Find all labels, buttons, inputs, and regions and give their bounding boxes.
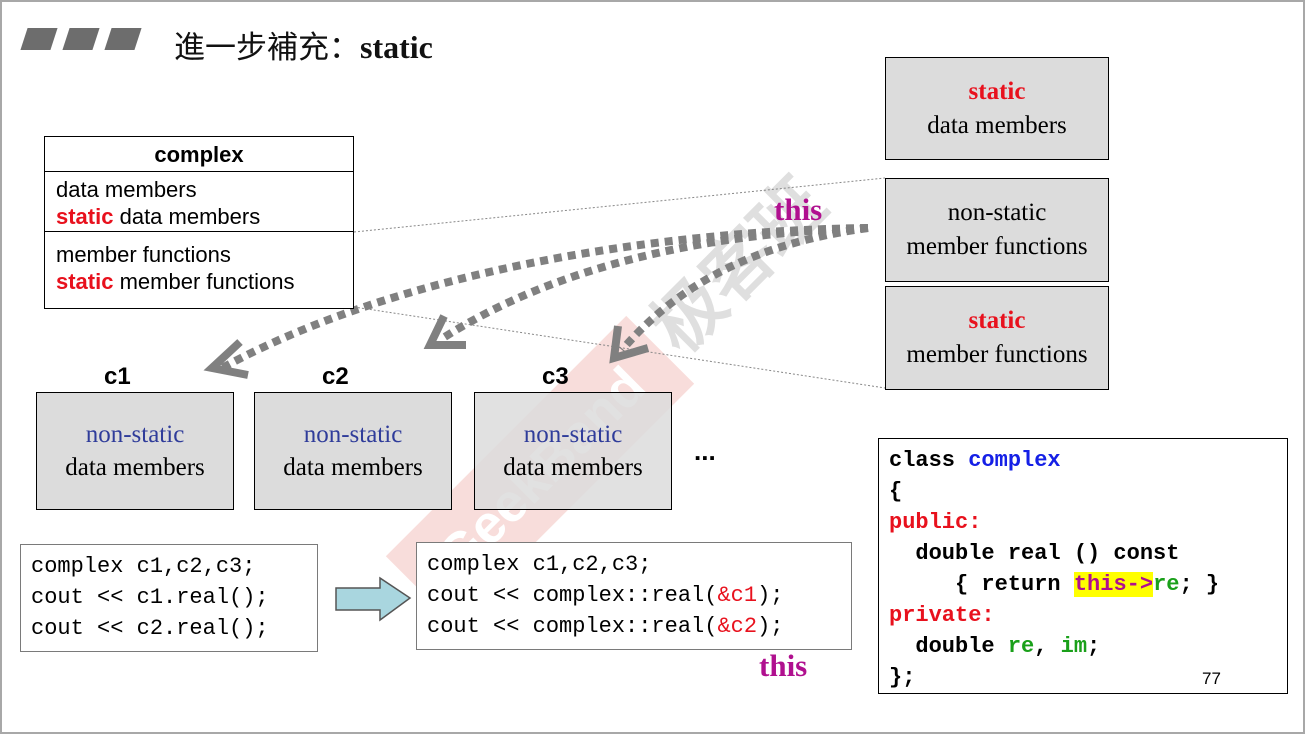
code-line: cout << complex::real(&c2); <box>427 614 784 639</box>
code-line: class complex <box>889 448 1061 473</box>
class-name: complex <box>45 137 353 172</box>
title-prefix: 進一步補充： <box>174 30 360 66</box>
object-box-c2: non-static data members <box>254 392 452 510</box>
static-member-functions-box: static member functions <box>885 286 1109 390</box>
object-nonstatic-label: non-static <box>303 421 403 448</box>
ellipsis: ... <box>694 436 716 466</box>
code-line: double re, im; <box>889 634 1101 659</box>
class-box: complex data members static data members… <box>44 136 354 309</box>
code-line: double real () const <box>889 541 1180 566</box>
transform-arrow <box>335 576 412 622</box>
code-line: cout << c2.real(); <box>31 616 269 641</box>
code-line: complex c1,c2,c3; <box>427 552 652 577</box>
code-line: complex c1,c2,c3; <box>31 554 256 579</box>
code-box-middle: complex c1,c2,c3;cout << complex::real(&… <box>416 542 852 650</box>
static-keyword: static <box>968 307 1026 334</box>
class-static-func-line: static member functions <box>56 268 353 295</box>
static-func-text: member functions <box>113 269 295 294</box>
page-title: 進一步補充：static <box>174 22 433 67</box>
object-label-c2: c2 <box>322 363 349 390</box>
code-line: public: <box>889 510 982 535</box>
box-text: member functions <box>906 233 1088 260</box>
object-label-c1: c1 <box>104 363 131 390</box>
object-data-label: data members <box>65 454 205 481</box>
static-data-text: data members <box>113 204 261 229</box>
object-data-label: data members <box>503 454 643 481</box>
page-number: 77 <box>1202 669 1221 688</box>
class-data-section: data members static data members <box>45 172 353 232</box>
code-line: { return this->re; } <box>889 572 1220 597</box>
static-keyword: static <box>968 77 1026 105</box>
title-bars-icon <box>20 28 144 52</box>
this-label-top: this <box>774 192 823 227</box>
object-nonstatic-label: non-static <box>523 421 623 448</box>
code-box-left: complex c1,c2,c3; cout << c1.real(); cout … <box>20 544 318 652</box>
this-highlight: this-> <box>1073 572 1154 597</box>
code-line: { <box>889 479 903 504</box>
title-keyword: static <box>360 29 433 65</box>
static-keyword: static <box>56 204 114 229</box>
object-label-c3: c3 <box>542 363 569 390</box>
code-line: cout << complex::real(&c1); <box>427 583 784 608</box>
object-nonstatic-label: non-static <box>85 421 185 448</box>
box-text: data members <box>927 111 1067 139</box>
object-box-c3: non-static data members <box>474 392 672 510</box>
box-text: non-static <box>947 199 1047 226</box>
code-line: cout << c1.real(); <box>31 585 269 610</box>
object-box-c1: non-static data members <box>36 392 234 510</box>
class-func-line: member functions <box>56 242 231 267</box>
object-data-label: data members <box>283 454 423 481</box>
class-data-line: data members <box>56 177 197 202</box>
code-box-class-definition: class complex { public: double real () con… <box>878 438 1288 694</box>
nonstatic-member-functions-box: non-static member functions <box>885 178 1109 282</box>
box-text: member functions <box>906 341 1088 368</box>
this-label-bottom: this <box>759 648 808 683</box>
class-static-data-line: static data members <box>56 203 353 230</box>
static-keyword: static <box>56 269 114 294</box>
class-func-section: member functions static member functions <box>45 232 353 295</box>
code-line: private: <box>889 603 995 628</box>
static-data-members-box: static data members <box>885 57 1109 160</box>
